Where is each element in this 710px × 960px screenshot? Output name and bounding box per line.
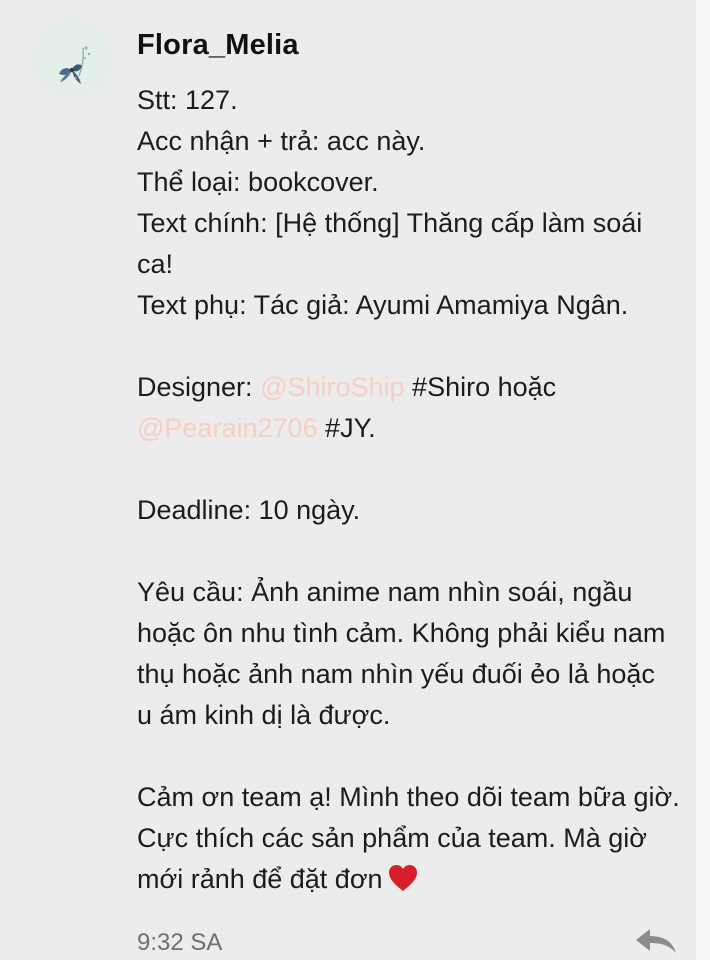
message-line-the-loai: Thể loại: bookcover.	[137, 167, 379, 197]
reply-arrow-icon[interactable]	[632, 926, 678, 956]
message-line-text-chinh: Text chính: [Hệ thống] Thăng cấp làm soá…	[137, 208, 643, 238]
message-line-designer-cont: @Pearain2706 #JY.	[137, 408, 697, 449]
message-line-text-phu: Text phụ: Tác giả: Ayumi Amamiya Ngân.	[137, 290, 629, 320]
message-line-deadline: Deadline: 10 ngày.	[137, 495, 361, 525]
message-line-yeu-cau-2: hoặc ôn nhu tình cảm. Không phải kiểu na…	[137, 618, 666, 648]
message-line-cam-on-3: mới rảnh để đặt đơn	[137, 859, 697, 900]
hashtag-text: #Shiro hoặc	[404, 372, 557, 402]
message-line-stt: Stt: 127.	[137, 85, 238, 115]
message-body: Stt: 127. Acc nhận + trả: acc này. Thể l…	[137, 80, 697, 900]
message-line-yeu-cau-3: thụ hoặc ảnh nam nhìn yếu đuối ẻo lả hoặ…	[137, 659, 655, 689]
timestamp: 9:32 SA	[137, 929, 223, 956]
message-line-yeu-cau-1: Yêu cầu: Ảnh anime nam nhìn soái, ngầu	[137, 577, 633, 607]
scroll-edge	[696, 0, 710, 960]
flower-avatar-icon	[32, 18, 112, 98]
designer-label: Designer:	[137, 372, 261, 402]
message-text: mới rảnh để đặt đơn	[137, 864, 383, 894]
heart-icon	[387, 863, 419, 905]
comment-card: Flora_Melia Stt: 127. Acc nhận + trả: ac…	[0, 0, 710, 960]
mention-link[interactable]: @Pearain2706	[137, 413, 318, 443]
message-line-cam-on-1: Cảm ơn team ạ! Mình theo dõi team bữa gi…	[137, 782, 680, 812]
message-line-cam-on-2: Cực thích các sản phẩm của team. Mà giờ	[137, 823, 647, 853]
message-line-designer: Designer: @ShiroShip #Shiro hoặc	[137, 367, 697, 408]
mention-link[interactable]: @ShiroShip	[260, 372, 404, 402]
message-line-yeu-cau-4: u ám kinh dị là được.	[137, 700, 391, 730]
hashtag-text: #JY.	[317, 413, 376, 443]
message-line-acc: Acc nhận + trả: acc này.	[137, 126, 426, 156]
author-name[interactable]: Flora_Melia	[137, 29, 299, 62]
avatar[interactable]	[32, 18, 112, 98]
message-line-text-chinh-cont: ca!	[137, 249, 174, 279]
